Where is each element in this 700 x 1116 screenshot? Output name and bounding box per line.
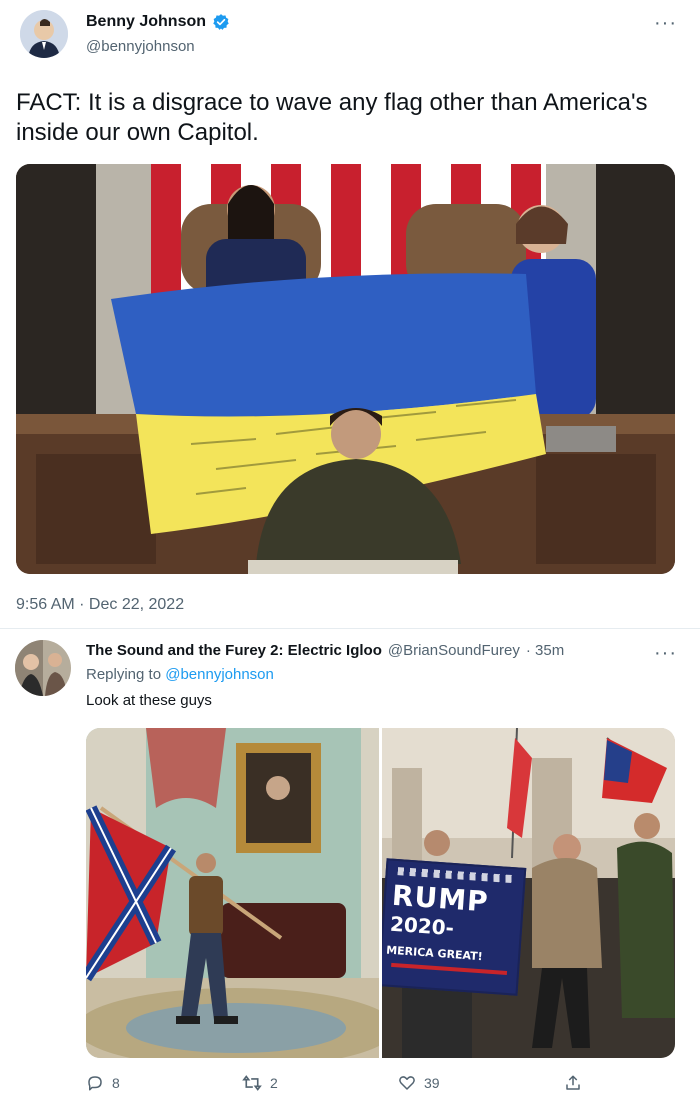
share-action[interactable]: [564, 1074, 582, 1092]
more-options-icon[interactable]: ···: [654, 13, 677, 33]
reply-author-avatar[interactable]: [15, 640, 71, 696]
reply-photo-left[interactable]: [86, 728, 379, 1058]
author-handle[interactable]: @bennyjohnson: [86, 38, 195, 55]
reply-icon: [86, 1074, 104, 1092]
reply-photo-right[interactable]: RUMP 2020- MERICA GREAT!: [382, 728, 675, 1058]
tweet-timestamp[interactable]: 9:56 AM · Dec 22, 2022: [16, 596, 184, 614]
divider: [0, 628, 700, 629]
reply-more-options-icon[interactable]: ···: [654, 643, 677, 663]
retweet-icon: [242, 1074, 262, 1092]
like-count: 39: [424, 1075, 440, 1091]
verified-badge-icon: [212, 13, 230, 31]
reply-author-name[interactable]: The Sound and the Furey 2: Electric Iglo…: [86, 642, 382, 659]
avatar-image: [20, 10, 68, 58]
tweet-photo[interactable]: [16, 164, 675, 574]
author-name[interactable]: Benny Johnson: [86, 13, 206, 31]
trump-banner: RUMP 2020- MERICA GREAT!: [382, 858, 527, 996]
capitol-flag-photo: [16, 164, 675, 574]
banner-line3: MERICA GREAT!: [385, 943, 484, 964]
author-avatar[interactable]: [20, 10, 68, 58]
reply-media[interactable]: RUMP 2020- MERICA GREAT!: [86, 728, 675, 1058]
reply-avatar-image: [15, 640, 71, 696]
retweet-count: 2: [270, 1075, 278, 1091]
like-action[interactable]: 39: [398, 1074, 440, 1092]
reply-author-handle[interactable]: @BrianSoundFurey: [388, 642, 520, 659]
reply-text: Look at these guys: [86, 692, 212, 709]
replying-to-line: Replying to @bennyjohnson: [86, 666, 274, 683]
heart-icon: [398, 1074, 416, 1092]
retweet-action[interactable]: 2: [242, 1074, 278, 1092]
capitol-hallway-photo: [86, 728, 379, 1058]
share-icon: [564, 1074, 582, 1092]
replying-to-link[interactable]: @bennyjohnson: [165, 666, 274, 683]
reply-count: 8: [112, 1075, 120, 1091]
replying-to-prefix: Replying to: [86, 666, 162, 683]
banner-stripe: [391, 962, 508, 975]
reply-action[interactable]: 8: [86, 1074, 120, 1092]
tweet-text: FACT: It is a disgrace to wave any flag …: [16, 89, 648, 146]
reply-time[interactable]: · 35m: [526, 642, 564, 659]
